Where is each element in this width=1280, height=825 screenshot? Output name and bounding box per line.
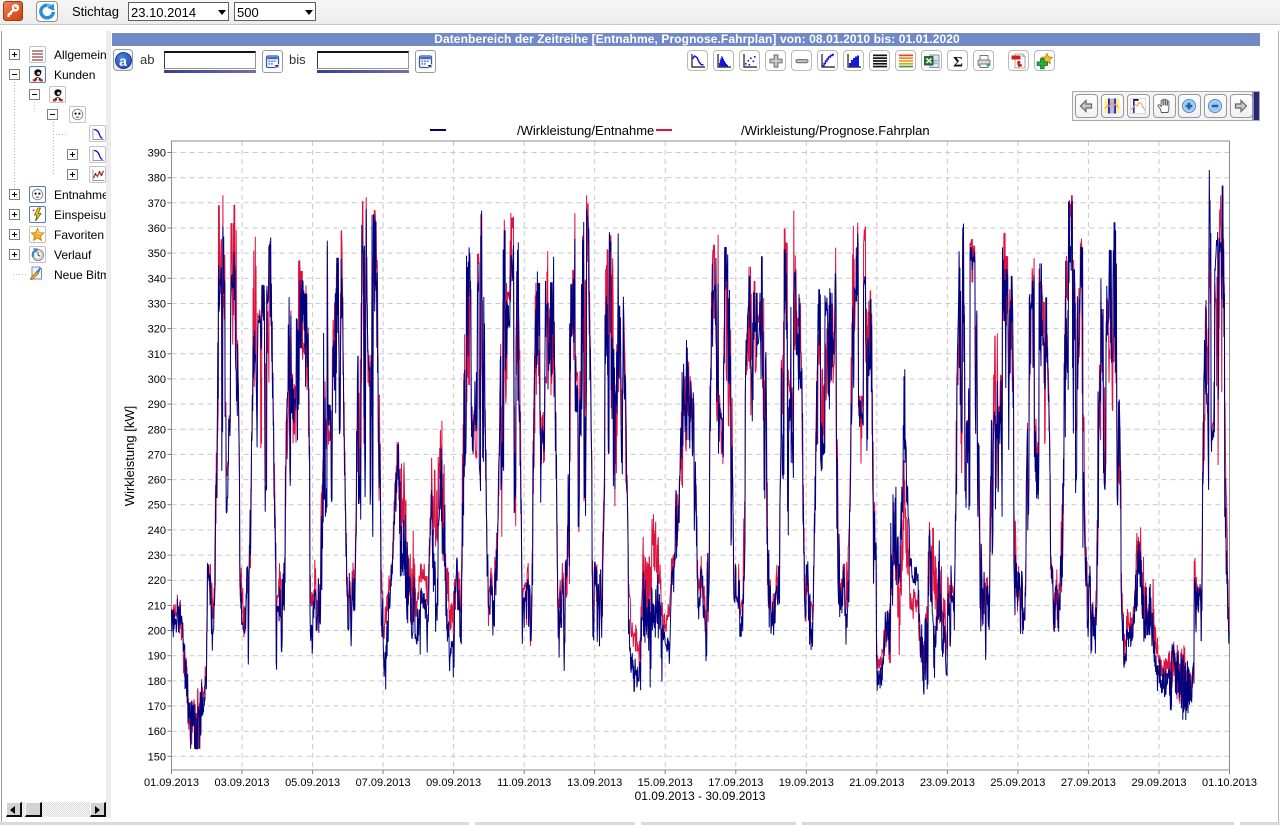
svg-text:280: 280	[148, 424, 166, 436]
svg-text:370: 370	[148, 198, 166, 210]
svg-text:15.09.2013: 15.09.2013	[638, 777, 693, 789]
svg-text:220: 220	[148, 575, 166, 587]
svg-text:390: 390	[148, 148, 166, 160]
svg-text:/Wirkleistung/Entnahme: /Wirkleistung/Entnahme	[517, 123, 654, 138]
svg-text:19.09.2013: 19.09.2013	[779, 777, 834, 789]
svg-text:260: 260	[148, 475, 166, 487]
svg-text:29.09.2013: 29.09.2013	[1131, 777, 1186, 789]
svg-text:310: 310	[148, 349, 166, 361]
svg-text:380: 380	[148, 173, 166, 185]
svg-text:Wirkleistung [kW]: Wirkleistung [kW]	[122, 406, 137, 506]
svg-text:240: 240	[148, 525, 166, 537]
svg-text:330: 330	[148, 299, 166, 311]
svg-text:17.09.2013: 17.09.2013	[708, 777, 763, 789]
svg-text:09.09.2013: 09.09.2013	[426, 777, 481, 789]
svg-text:160: 160	[148, 726, 166, 738]
svg-text:200: 200	[148, 626, 166, 638]
svg-text:270: 270	[148, 449, 166, 461]
svg-text:25.09.2013: 25.09.2013	[990, 777, 1045, 789]
svg-text:290: 290	[148, 399, 166, 411]
svg-text:/Wirkleistung/Prognose.Fahrpla: /Wirkleistung/Prognose.Fahrplan	[741, 123, 930, 138]
svg-text:320: 320	[148, 324, 166, 336]
svg-text:350: 350	[148, 248, 166, 260]
svg-text:360: 360	[148, 223, 166, 235]
svg-text:01.09.2013: 01.09.2013	[144, 777, 199, 789]
svg-text:340: 340	[148, 273, 166, 285]
svg-text:21.09.2013: 21.09.2013	[849, 777, 904, 789]
svg-text:01.09.2013 - 30.09.2013: 01.09.2013 - 30.09.2013	[635, 789, 766, 803]
svg-text:03.09.2013: 03.09.2013	[214, 777, 269, 789]
svg-text:150: 150	[148, 751, 166, 763]
svg-text:27.09.2013: 27.09.2013	[1061, 777, 1116, 789]
svg-text:190: 190	[148, 651, 166, 663]
svg-text:11.09.2013: 11.09.2013	[497, 777, 551, 789]
svg-text:250: 250	[148, 500, 166, 512]
svg-text:23.09.2013: 23.09.2013	[920, 777, 975, 789]
svg-text:210: 210	[148, 600, 166, 612]
svg-text:01.10.2013: 01.10.2013	[1202, 777, 1257, 789]
svg-text:07.09.2013: 07.09.2013	[356, 777, 411, 789]
svg-text:13.09.2013: 13.09.2013	[567, 777, 622, 789]
svg-text:05.09.2013: 05.09.2013	[285, 777, 340, 789]
svg-text:180: 180	[148, 676, 166, 688]
svg-text:170: 170	[148, 701, 166, 713]
svg-text:230: 230	[148, 550, 166, 562]
svg-text:300: 300	[148, 374, 166, 386]
